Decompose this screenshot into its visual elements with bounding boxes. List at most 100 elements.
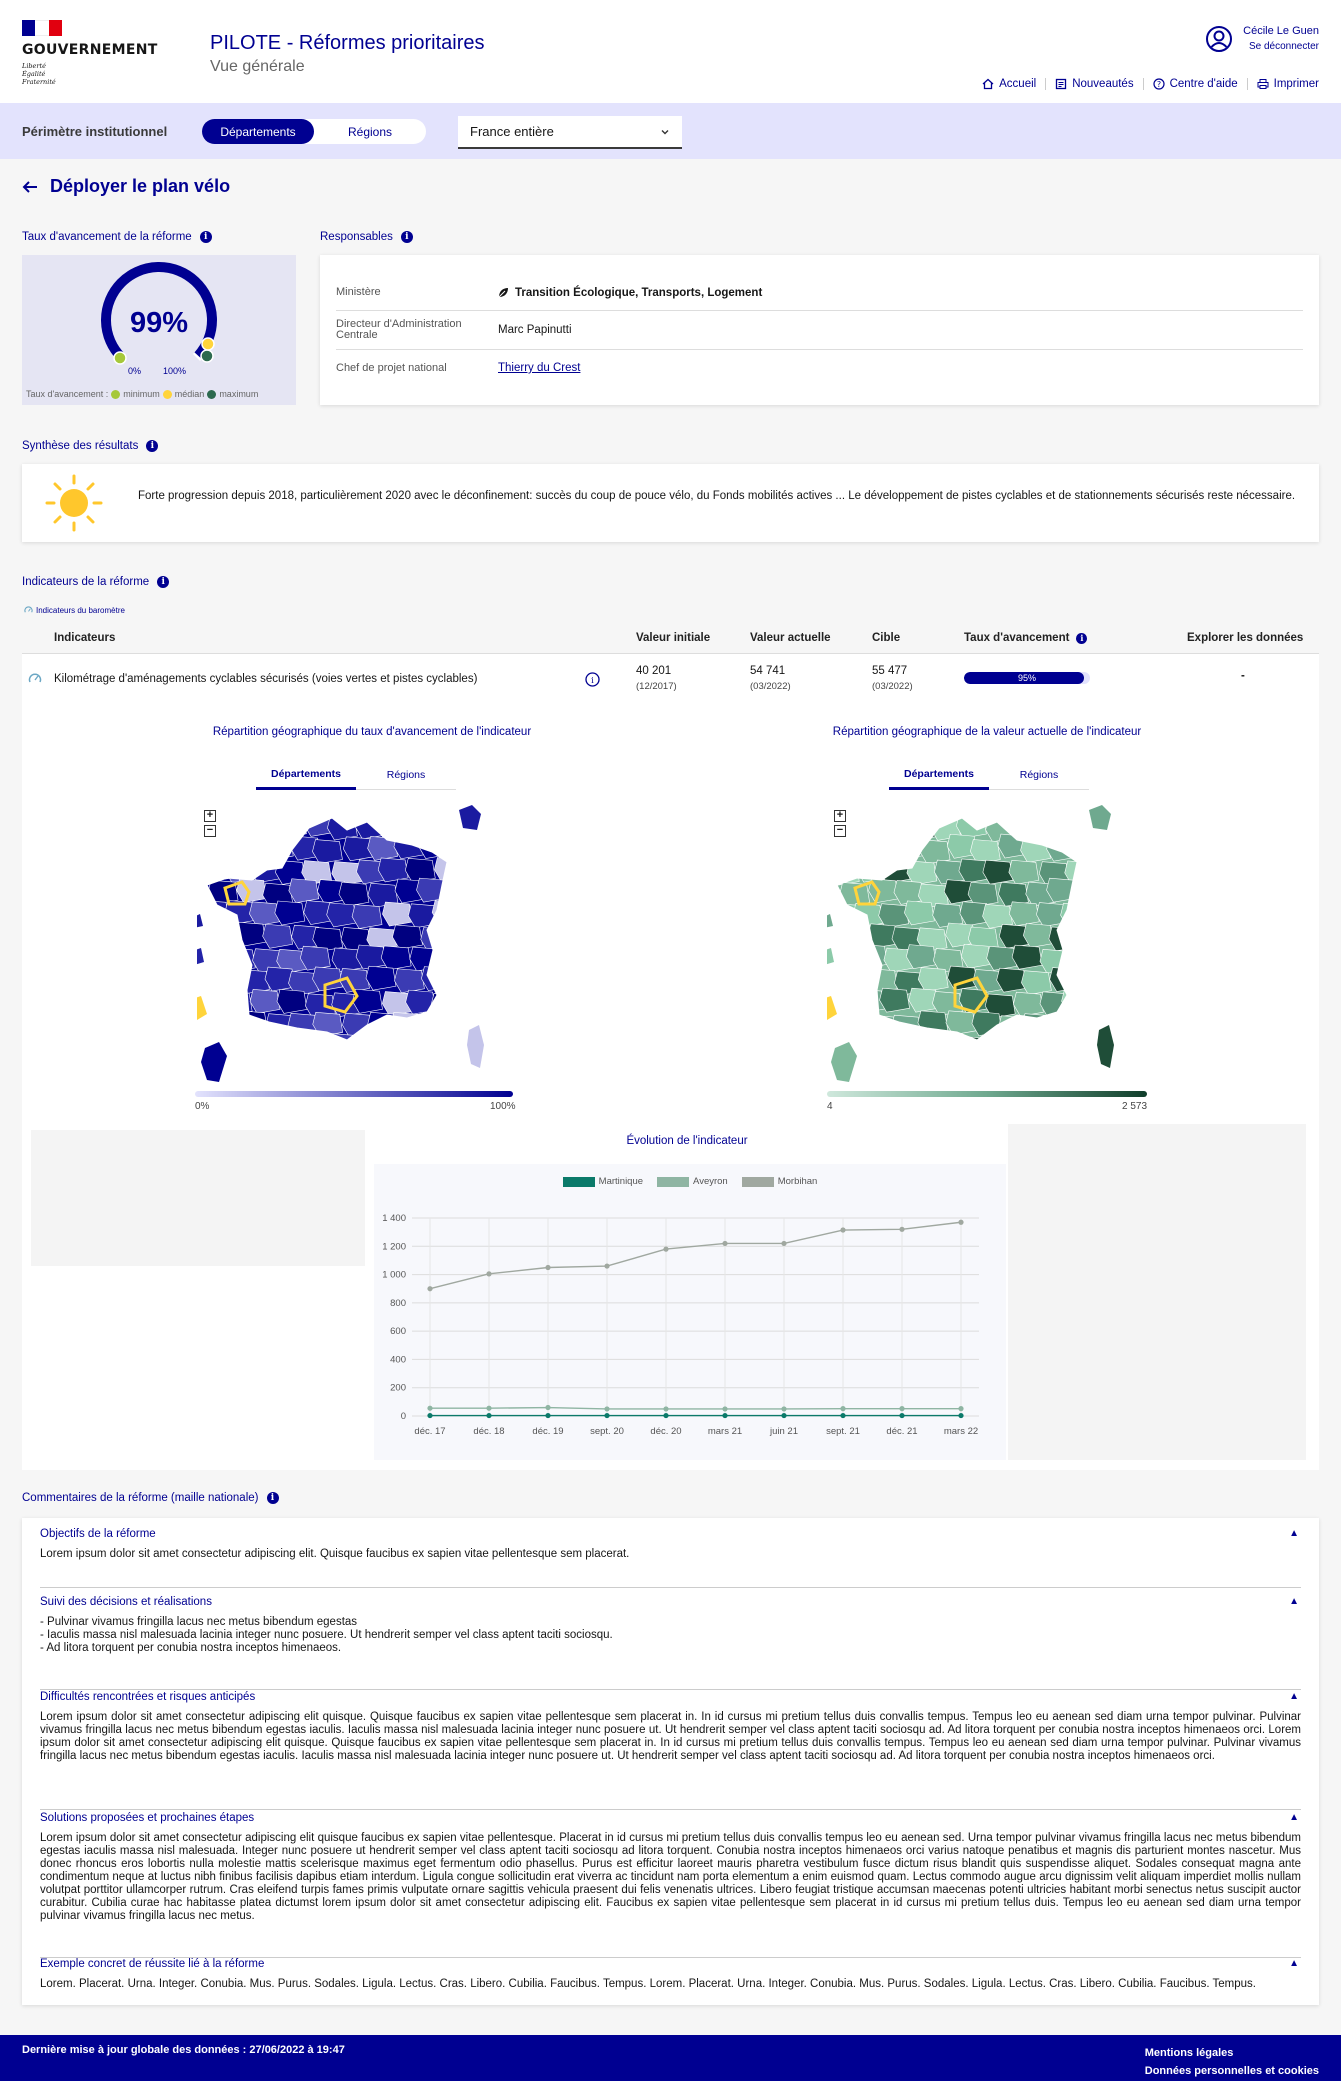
toggle-regions[interactable]: Régions: [314, 119, 426, 144]
tab-regions[interactable]: Régions: [356, 760, 456, 790]
overseas-shape[interactable]: [197, 948, 204, 966]
department-shape[interactable]: [907, 1033, 938, 1057]
tab-departements[interactable]: Départements: [889, 760, 989, 790]
toggle-departements[interactable]: Départements: [202, 119, 314, 144]
data-point[interactable]: [427, 1405, 433, 1411]
department-shape[interactable]: [430, 815, 461, 839]
department-shape[interactable]: [843, 836, 874, 861]
data-point[interactable]: [722, 1412, 728, 1419]
department-shape[interactable]: [838, 1014, 870, 1040]
department-shape[interactable]: [431, 900, 462, 925]
info-icon[interactable]: i: [266, 1492, 279, 1504]
department-shape[interactable]: [248, 817, 279, 842]
department-shape[interactable]: [1064, 1036, 1095, 1061]
department-shape[interactable]: [879, 812, 910, 837]
government-logo[interactable]: GOUVERNEMENT Liberté Égalité Fraternité: [22, 20, 157, 86]
data-point[interactable]: [781, 1412, 787, 1419]
department-shape[interactable]: [404, 815, 436, 839]
data-point[interactable]: [840, 1227, 846, 1233]
overseas-shape[interactable]: [827, 996, 837, 1020]
department-shape[interactable]: [211, 835, 243, 861]
logout-link[interactable]: Se déconnecter: [1243, 39, 1319, 54]
overseas-shape[interactable]: [827, 914, 833, 928]
arrow-left-icon[interactable]: [22, 180, 38, 194]
department-shape[interactable]: [892, 835, 923, 861]
data-point[interactable]: [781, 1406, 787, 1412]
department-shape[interactable]: [223, 1031, 254, 1056]
department-shape[interactable]: [840, 969, 872, 994]
department-shape[interactable]: [381, 1034, 413, 1059]
department-shape[interactable]: [1038, 1031, 1069, 1056]
department-shape[interactable]: [830, 948, 861, 974]
data-point[interactable]: [781, 1240, 787, 1247]
france-map-progress[interactable]: [197, 800, 517, 1100]
department-shape[interactable]: [444, 837, 474, 863]
overseas-shape[interactable]: [827, 948, 834, 966]
footer-link-donnees[interactable]: Données personnelles et cookies: [1145, 2062, 1319, 2080]
data-point[interactable]: [663, 1406, 669, 1412]
department-shape[interactable]: [355, 1032, 386, 1057]
department-shape[interactable]: [429, 1035, 460, 1060]
overseas-shape[interactable]: [1089, 805, 1111, 830]
info-circle-icon[interactable]: i: [585, 672, 600, 687]
department-shape[interactable]: [1072, 838, 1103, 863]
data-point[interactable]: [899, 1226, 905, 1232]
overseas-shape[interactable]: [197, 914, 203, 928]
department-shape[interactable]: [1034, 813, 1065, 837]
department-shape[interactable]: [998, 1015, 1029, 1040]
user-menu[interactable]: Cécile Le Guen Se déconnecter: [1205, 24, 1319, 54]
accordion-header[interactable]: Suivi des décisions et réalisations ▲: [40, 1596, 1301, 1608]
corsica-shape[interactable]: [1097, 1025, 1114, 1068]
department-shape[interactable]: [1075, 878, 1105, 904]
accordion-header[interactable]: Exemple concret de réussite lié à la réf…: [40, 1958, 1301, 1970]
department-shape[interactable]: [212, 1013, 244, 1039]
department-shape[interactable]: [302, 1032, 334, 1057]
department-shape[interactable]: [1060, 948, 1091, 974]
data-point[interactable]: [840, 1412, 846, 1419]
data-point[interactable]: [545, 1412, 551, 1419]
guyane-shape[interactable]: [831, 1042, 857, 1082]
department-shape[interactable]: [890, 1014, 922, 1040]
accordion-header[interactable]: Objectifs de la réforme ▲: [40, 1528, 1301, 1540]
corsica-shape[interactable]: [467, 1025, 484, 1068]
guyane-shape[interactable]: [201, 1042, 227, 1082]
department-shape[interactable]: [276, 814, 307, 839]
nav-centre-aide[interactable]: ? Centre d'aide: [1144, 78, 1248, 90]
department-shape[interactable]: [1072, 924, 1102, 950]
data-point[interactable]: [604, 1263, 610, 1269]
department-shape[interactable]: [239, 836, 271, 862]
data-point[interactable]: [663, 1412, 669, 1419]
department-shape[interactable]: [199, 815, 230, 840]
department-shape[interactable]: [879, 1031, 911, 1056]
department-shape[interactable]: [199, 944, 229, 969]
data-point[interactable]: [604, 1406, 610, 1412]
department-shape[interactable]: [854, 813, 886, 838]
nav-imprimer[interactable]: Imprimer: [1248, 78, 1319, 90]
data-point[interactable]: [545, 1404, 551, 1411]
info-icon[interactable]: i: [400, 231, 413, 243]
department-shape[interactable]: [327, 1033, 359, 1057]
overseas-shape[interactable]: [459, 805, 481, 830]
table-row[interactable]: Kilométrage d'aménagements cyclables séc…: [22, 654, 1319, 704]
info-icon[interactable]: i: [157, 576, 170, 588]
department-shape[interactable]: [905, 817, 937, 842]
department-shape[interactable]: [1050, 1013, 1081, 1039]
explore-data-link[interactable]: -: [1241, 670, 1245, 682]
area-select[interactable]: France entière: [458, 116, 682, 149]
department-shape[interactable]: [1008, 1032, 1040, 1057]
department-shape[interactable]: [223, 815, 254, 839]
department-shape[interactable]: [857, 1033, 889, 1058]
footer-link-mentions[interactable]: Mentions légales: [1145, 2044, 1319, 2062]
department-shape[interactable]: [852, 903, 884, 928]
department-shape[interactable]: [277, 1034, 309, 1059]
data-point[interactable]: [840, 1406, 846, 1412]
department-shape[interactable]: [448, 926, 478, 950]
department-shape[interactable]: [235, 921, 267, 947]
department-shape[interactable]: [841, 921, 873, 947]
overseas-shape[interactable]: [197, 996, 207, 1020]
data-point[interactable]: [899, 1406, 905, 1412]
tab-regions[interactable]: Régions: [989, 760, 1089, 790]
department-shape[interactable]: [443, 968, 473, 993]
data-point[interactable]: [486, 1405, 492, 1411]
data-point[interactable]: [899, 1412, 905, 1419]
